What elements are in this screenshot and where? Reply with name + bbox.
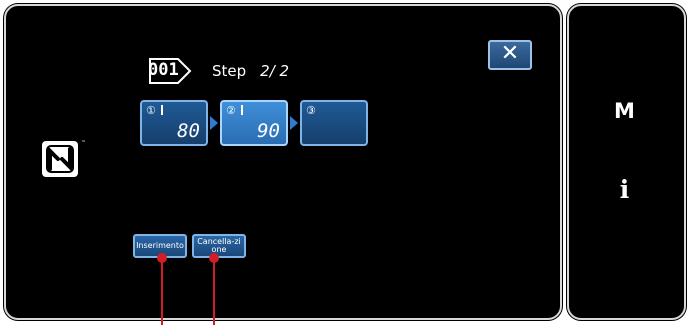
step-1-button[interactable]: ① 80 bbox=[140, 100, 208, 146]
close-button[interactable]: ✕ bbox=[488, 40, 532, 70]
step-3-button[interactable]: ③ bbox=[300, 100, 368, 146]
callout-line bbox=[161, 260, 163, 325]
step-label: Step bbox=[212, 62, 247, 80]
step-value: 90 bbox=[257, 120, 280, 142]
needle-icon bbox=[241, 105, 243, 115]
step-sequence: ① 80 ② 90 ③ bbox=[140, 100, 368, 146]
insert-button-label: Inserimento bbox=[136, 241, 184, 250]
main-panel bbox=[4, 4, 562, 320]
step-number: ③ bbox=[306, 104, 316, 117]
needle-icon bbox=[161, 105, 163, 115]
side-panel bbox=[567, 4, 686, 320]
step-value: 80 bbox=[177, 120, 200, 142]
cancel-button-label: Cancella-zione bbox=[197, 237, 241, 254]
menu-button[interactable]: M bbox=[567, 99, 682, 123]
program-number: 001 bbox=[148, 60, 179, 80]
arrow-right-icon bbox=[210, 116, 218, 130]
step-2-button[interactable]: ② 90 bbox=[220, 100, 288, 146]
arrow-right-icon bbox=[290, 116, 298, 130]
step-header: 001 Step 2/ 2 bbox=[148, 56, 289, 86]
nfc-icon[interactable] bbox=[42, 141, 78, 177]
nfc-trademark: ™ bbox=[81, 140, 86, 146]
callout-line bbox=[213, 260, 215, 325]
cancel-button[interactable]: Cancella-zione bbox=[192, 234, 246, 258]
step-count: 2/ 2 bbox=[260, 62, 290, 80]
step-number: ① bbox=[146, 104, 156, 117]
info-button[interactable]: i bbox=[567, 175, 682, 204]
step-number: ② bbox=[226, 104, 236, 117]
